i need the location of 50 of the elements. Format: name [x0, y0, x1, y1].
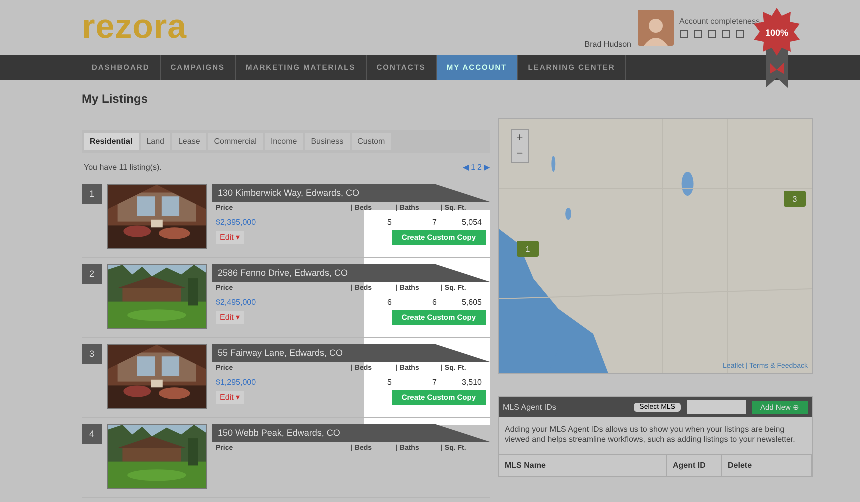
baths-value: 7: [432, 377, 438, 387]
sqft-value: 5,605: [460, 297, 483, 307]
listing-number: 2: [82, 264, 102, 284]
avatar: [638, 10, 674, 46]
listing-price[interactable]: $2,395,000: [216, 212, 351, 227]
beds-value: 5: [386, 217, 393, 227]
column-header: Delete: [722, 454, 812, 476]
zoom-out-button[interactable]: −: [512, 146, 528, 162]
panel-title: MLS Agent IDs: [503, 402, 558, 412]
tab[interactable]: Lease: [172, 133, 206, 150]
user-name: Brad Hudson: [584, 40, 632, 49]
listing-price[interactable]: $1,295,000: [216, 372, 351, 387]
listing-number: 1: [82, 184, 102, 204]
listing-address[interactable]: 130 Kimberwick Way, Edwards, CO: [212, 184, 490, 202]
listing-address[interactable]: 2586 Fenno Drive, Edwards, CO: [212, 264, 490, 282]
completeness-label: Account completeness: [680, 16, 760, 26]
beds-value: 6: [386, 297, 393, 307]
listing-price[interactable]: $2,495,000: [216, 292, 351, 307]
zoom-in-button[interactable]: +: [512, 130, 528, 146]
listing-address[interactable]: 55 Fairway Lane, Edwards, CO: [212, 344, 490, 362]
next-page-link[interactable]: ▶: [484, 163, 490, 172]
edit-button[interactable]: Edit ▾: [216, 231, 244, 244]
listing-address[interactable]: 150 Webb Peak, Edwards, CO: [212, 424, 490, 442]
previous-page-link[interactable]: ◀: [463, 163, 470, 172]
page-title: My Listings: [82, 92, 150, 106]
completeness-percent: 100%: [764, 28, 790, 38]
baths-value: 7: [432, 217, 438, 227]
sqft-value: 3,510: [460, 377, 483, 387]
map-marker[interactable]: 1: [517, 241, 539, 257]
tab[interactable]: Commercial: [208, 133, 263, 150]
listing-number: 3: [82, 344, 102, 364]
page-link[interactable]: 1: [471, 163, 476, 172]
tab[interactable]: Custom: [352, 133, 392, 150]
tab[interactable]: Income: [264, 133, 304, 150]
page-link[interactable]: 2: [478, 163, 482, 172]
listing-number: 4: [82, 424, 102, 444]
column-header: Agent ID: [667, 454, 722, 476]
tab[interactable]: Land: [140, 133, 170, 150]
listing-count: You have 11 listing(s).: [84, 163, 162, 172]
tab[interactable]: Residential: [84, 133, 139, 150]
agent-id-field[interactable]: [687, 400, 746, 414]
sqft-value: 5,054: [460, 217, 483, 227]
description-text: Adding your MLS Agent IDs allows us to show you when your listings are being viewed and helps streamline workflows, such as adding listings to your newsletter.: [504, 424, 796, 446]
baths-value: 6: [432, 297, 438, 307]
beds-value: 5: [386, 377, 393, 387]
column-header: MLS Name: [499, 454, 667, 476]
edit-button[interactable]: Edit ▾: [216, 391, 244, 404]
tab[interactable]: Business: [305, 133, 350, 150]
edit-button[interactable]: Edit ▾: [216, 311, 244, 324]
map-marker[interactable]: 3: [784, 191, 806, 207]
